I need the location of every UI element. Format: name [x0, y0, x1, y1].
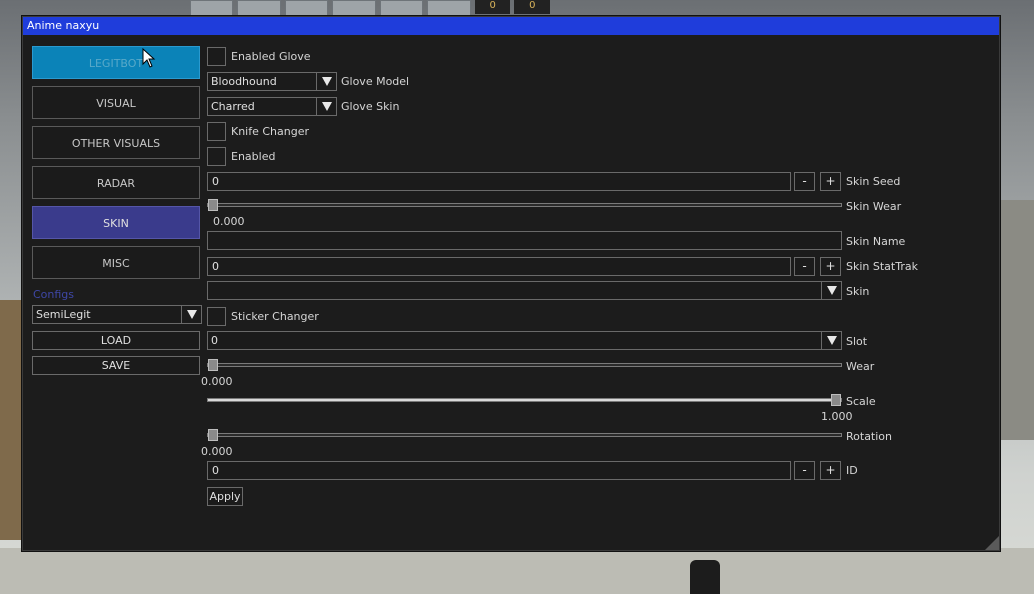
enabled-checkbox[interactable]	[207, 147, 226, 166]
skin-wear-value: 0.000	[213, 215, 245, 228]
skin-seed-input[interactable]: 0	[207, 172, 791, 191]
nav-radar-button[interactable]: RADAR	[32, 166, 200, 199]
game-scene-floor	[0, 548, 1034, 594]
scale-value: 1.000	[821, 410, 853, 423]
skin-seed-minus-button[interactable]: -	[794, 172, 815, 191]
chevron-down-icon[interactable]	[316, 98, 336, 115]
apply-button[interactable]: Apply	[207, 487, 243, 506]
configs-label: Configs	[33, 288, 75, 301]
stattrak-label: Skin StatTrak	[846, 260, 918, 273]
window-title[interactable]: Anime naxyu	[23, 17, 999, 35]
rotation-value: 0.000	[201, 445, 233, 458]
glove-model-label: Glove Model	[341, 75, 410, 88]
scale-slider[interactable]	[207, 394, 842, 406]
id-plus-button[interactable]: +	[820, 461, 841, 480]
cheat-menu-window: Anime naxyu LEGITBOT VISUAL OTHER VISUAL…	[22, 16, 1000, 551]
wear-label: Wear	[846, 360, 875, 373]
game-scene-right	[998, 200, 1034, 440]
glove-skin-select[interactable]: Charred	[207, 97, 337, 116]
scale-label: Scale	[846, 395, 876, 408]
stattrak-input[interactable]: 0	[207, 257, 791, 276]
rotation-slider[interactable]	[207, 429, 842, 441]
glove-model-select[interactable]: Bloodhound	[207, 72, 337, 91]
skin-seed-plus-button[interactable]: +	[820, 172, 841, 191]
glove-skin-label: Glove Skin	[341, 100, 400, 113]
hud-player-slot	[379, 0, 424, 16]
skin-name-input[interactable]	[207, 231, 842, 250]
scale-slider-thumb[interactable]	[831, 394, 841, 406]
game-scene-left	[0, 300, 22, 540]
nav-other-visuals-button[interactable]: OTHER VISUALS	[32, 126, 200, 159]
config-select-value: SemiLegit	[36, 308, 91, 321]
rotation-slider-thumb[interactable]	[208, 429, 218, 441]
hud-player-slot	[284, 0, 329, 16]
hud-player-slot	[237, 0, 281, 16]
hud-player-slot	[332, 0, 376, 16]
wear-slider[interactable]	[207, 359, 842, 371]
skin-wear-slider-thumb[interactable]	[208, 199, 218, 211]
chevron-down-icon[interactable]	[821, 332, 841, 349]
skin-label: Skin	[846, 285, 870, 298]
skin-seed-label: Skin Seed	[846, 175, 901, 188]
nav-legitbot-button[interactable]: LEGITBOT	[32, 46, 200, 79]
wear-value: 0.000	[201, 375, 233, 388]
skin-select[interactable]	[207, 281, 842, 300]
scale-slider-fill	[208, 399, 841, 401]
enabled-glove-checkbox[interactable]	[207, 47, 226, 66]
hud-player-slot	[427, 0, 471, 16]
knife-changer-label: Knife Changer	[231, 125, 310, 138]
skin-name-label: Skin Name	[846, 235, 906, 248]
mouse-cursor-icon	[142, 48, 156, 68]
chevron-down-icon[interactable]	[316, 73, 336, 90]
id-input[interactable]: 0	[207, 461, 791, 480]
id-label: ID	[846, 464, 858, 477]
hud-score: 0	[514, 0, 551, 14]
enabled-label: Enabled	[231, 150, 276, 163]
resize-grip-icon[interactable]	[985, 536, 999, 550]
chevron-down-icon[interactable]	[181, 306, 201, 323]
stattrak-minus-button[interactable]: -	[794, 257, 815, 276]
save-config-button[interactable]: SAVE	[32, 356, 200, 375]
weapon-viewmodel	[690, 560, 720, 594]
hud-top-bar: 0 0	[190, 0, 551, 16]
sticker-changer-label: Sticker Changer	[231, 310, 319, 323]
config-select[interactable]: SemiLegit	[32, 305, 202, 324]
chevron-down-icon[interactable]	[821, 282, 841, 299]
slot-label: Slot	[846, 335, 868, 348]
skin-wear-label: Skin Wear	[846, 200, 902, 213]
slot-select[interactable]: 0	[207, 331, 842, 350]
enabled-glove-label: Enabled Glove	[231, 50, 311, 63]
nav-visual-button[interactable]: VISUAL	[32, 86, 200, 119]
stattrak-plus-button[interactable]: +	[820, 257, 841, 276]
nav-skin-button[interactable]: SKIN	[32, 206, 200, 239]
skin-wear-slider[interactable]	[207, 199, 842, 211]
id-minus-button[interactable]: -	[794, 461, 815, 480]
sticker-changer-checkbox[interactable]	[207, 307, 226, 326]
knife-changer-checkbox[interactable]	[207, 122, 226, 141]
glove-skin-value: Charred	[211, 100, 255, 113]
glove-model-value: Bloodhound	[211, 75, 277, 88]
hud-score: 0	[474, 0, 511, 14]
load-config-button[interactable]: LOAD	[32, 331, 200, 350]
slot-select-value: 0	[211, 334, 218, 347]
wear-slider-thumb[interactable]	[208, 359, 218, 371]
nav-misc-button[interactable]: MISC	[32, 246, 200, 279]
rotation-label: Rotation	[846, 430, 893, 443]
hud-player-slot	[190, 0, 234, 16]
